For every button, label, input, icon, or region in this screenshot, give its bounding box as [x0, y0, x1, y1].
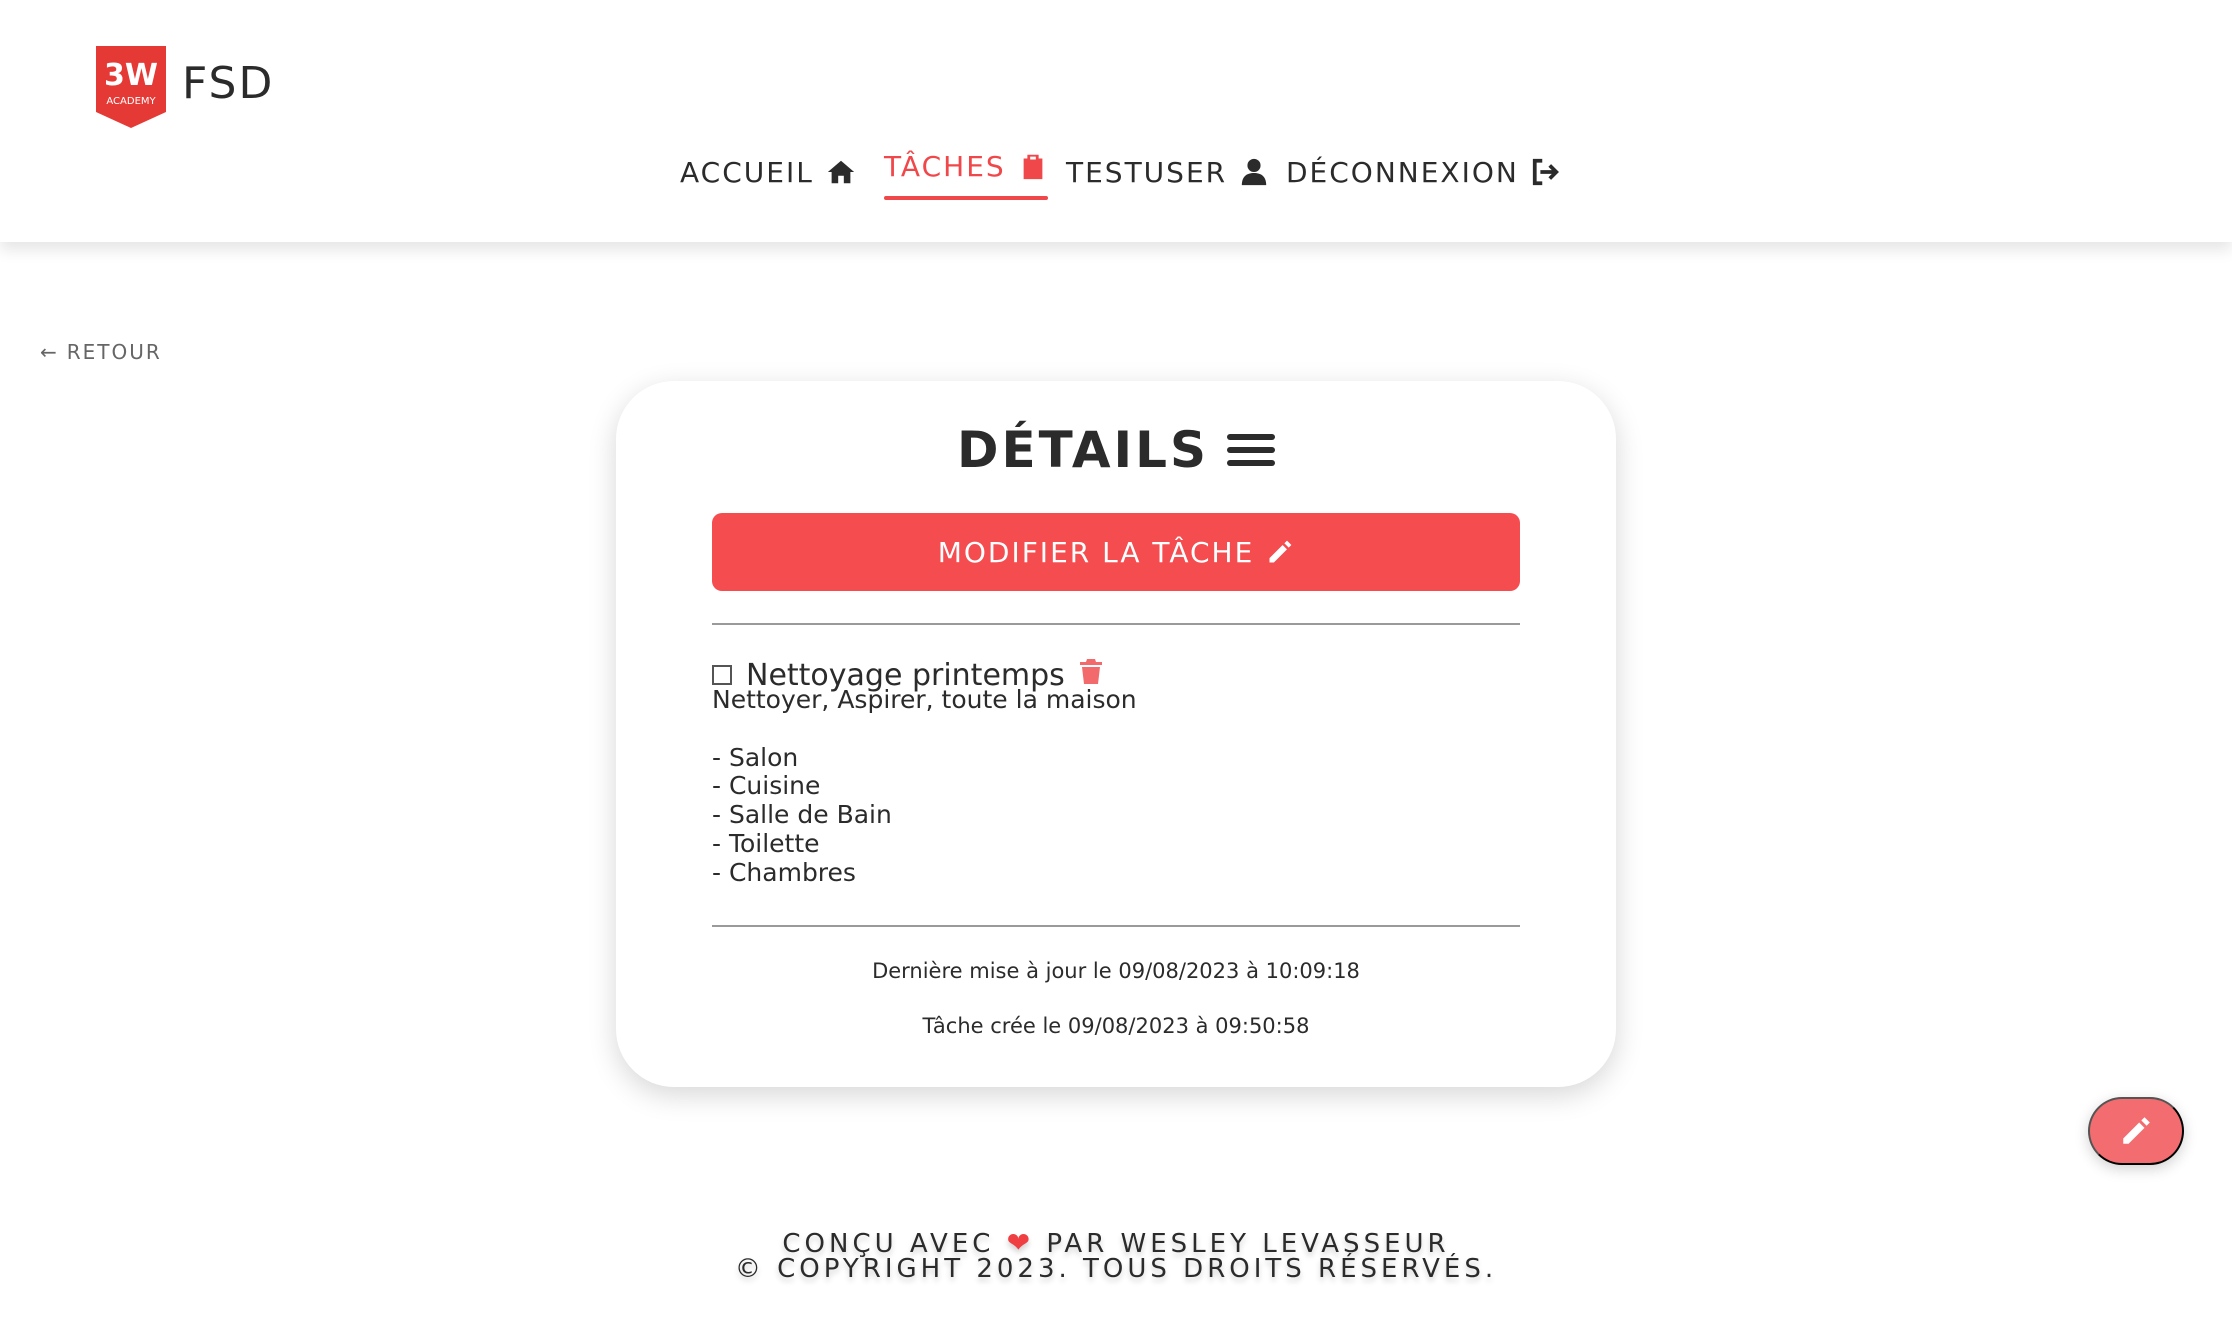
nav-deconnexion-label: DÉCONNEXION	[1286, 155, 1519, 189]
brand-name: FSD	[182, 58, 275, 109]
3w-academy-logo[interactable]: 3W ACADEMY	[96, 46, 166, 128]
pencil-icon	[1269, 540, 1292, 563]
nav-testuser[interactable]: TESTUSER	[1066, 150, 1269, 194]
trash-icon	[1079, 659, 1102, 684]
nav-taches[interactable]: TÂCHES	[884, 144, 1048, 200]
nav-accueil[interactable]: ACCUEIL	[680, 150, 856, 194]
pencil-icon	[2123, 1117, 2150, 1144]
main-navigation: ACCUEIL TÂCHES TESTUSER DÉCONNEXION	[0, 150, 2232, 210]
logo-text: 3W	[104, 58, 158, 93]
floating-edit-button[interactable]	[2088, 1097, 2184, 1165]
logo-subtext: ACADEMY	[106, 96, 156, 107]
back-label: RETOUR	[66, 340, 162, 364]
details-card: DÉTAILS MODIFIER LA TÂCHE Nettoyage prin…	[616, 381, 1616, 1087]
divider-bottom	[712, 925, 1520, 927]
updated-date: Dernière mise à jour le 09/08/2023 à 10:…	[872, 959, 1360, 983]
back-link[interactable]: ← RETOUR	[40, 340, 162, 364]
clipboard-icon	[1023, 154, 1043, 180]
card-title-label: DÉTAILS	[956, 421, 1210, 479]
edit-task-label: MODIFIER LA TÂCHE	[937, 535, 1255, 569]
nav-taches-label: TÂCHES	[884, 149, 1006, 183]
task-description: Nettoyer, Aspirer, toute la maison - Sal…	[712, 685, 1137, 887]
nav-testuser-label: TESTUSER	[1066, 155, 1228, 189]
logout-icon	[1532, 158, 1559, 186]
footer-copyright: © COPYRIGHT 2023. TOUS DROITS RÉSERVÉS.	[734, 1254, 1498, 1284]
card-title: DÉTAILS	[616, 421, 1616, 479]
nav-deconnexion[interactable]: DÉCONNEXION	[1286, 150, 1561, 194]
user-icon	[1241, 158, 1267, 186]
back-arrow-icon: ←	[40, 340, 59, 364]
site-header: 3W ACADEMY FSD ACCUEIL TÂCHES TESTUSER D…	[0, 0, 2232, 242]
nav-accueil-label: ACCUEIL	[680, 155, 814, 189]
menu-icon	[1227, 434, 1276, 466]
edit-task-button[interactable]: MODIFIER LA TÂCHE	[712, 513, 1520, 591]
home-icon	[827, 160, 854, 184]
task-checkbox[interactable]	[712, 665, 732, 685]
divider-top	[712, 623, 1520, 625]
created-date: Tâche crée le 09/08/2023 à 09:50:58	[922, 1014, 1310, 1038]
